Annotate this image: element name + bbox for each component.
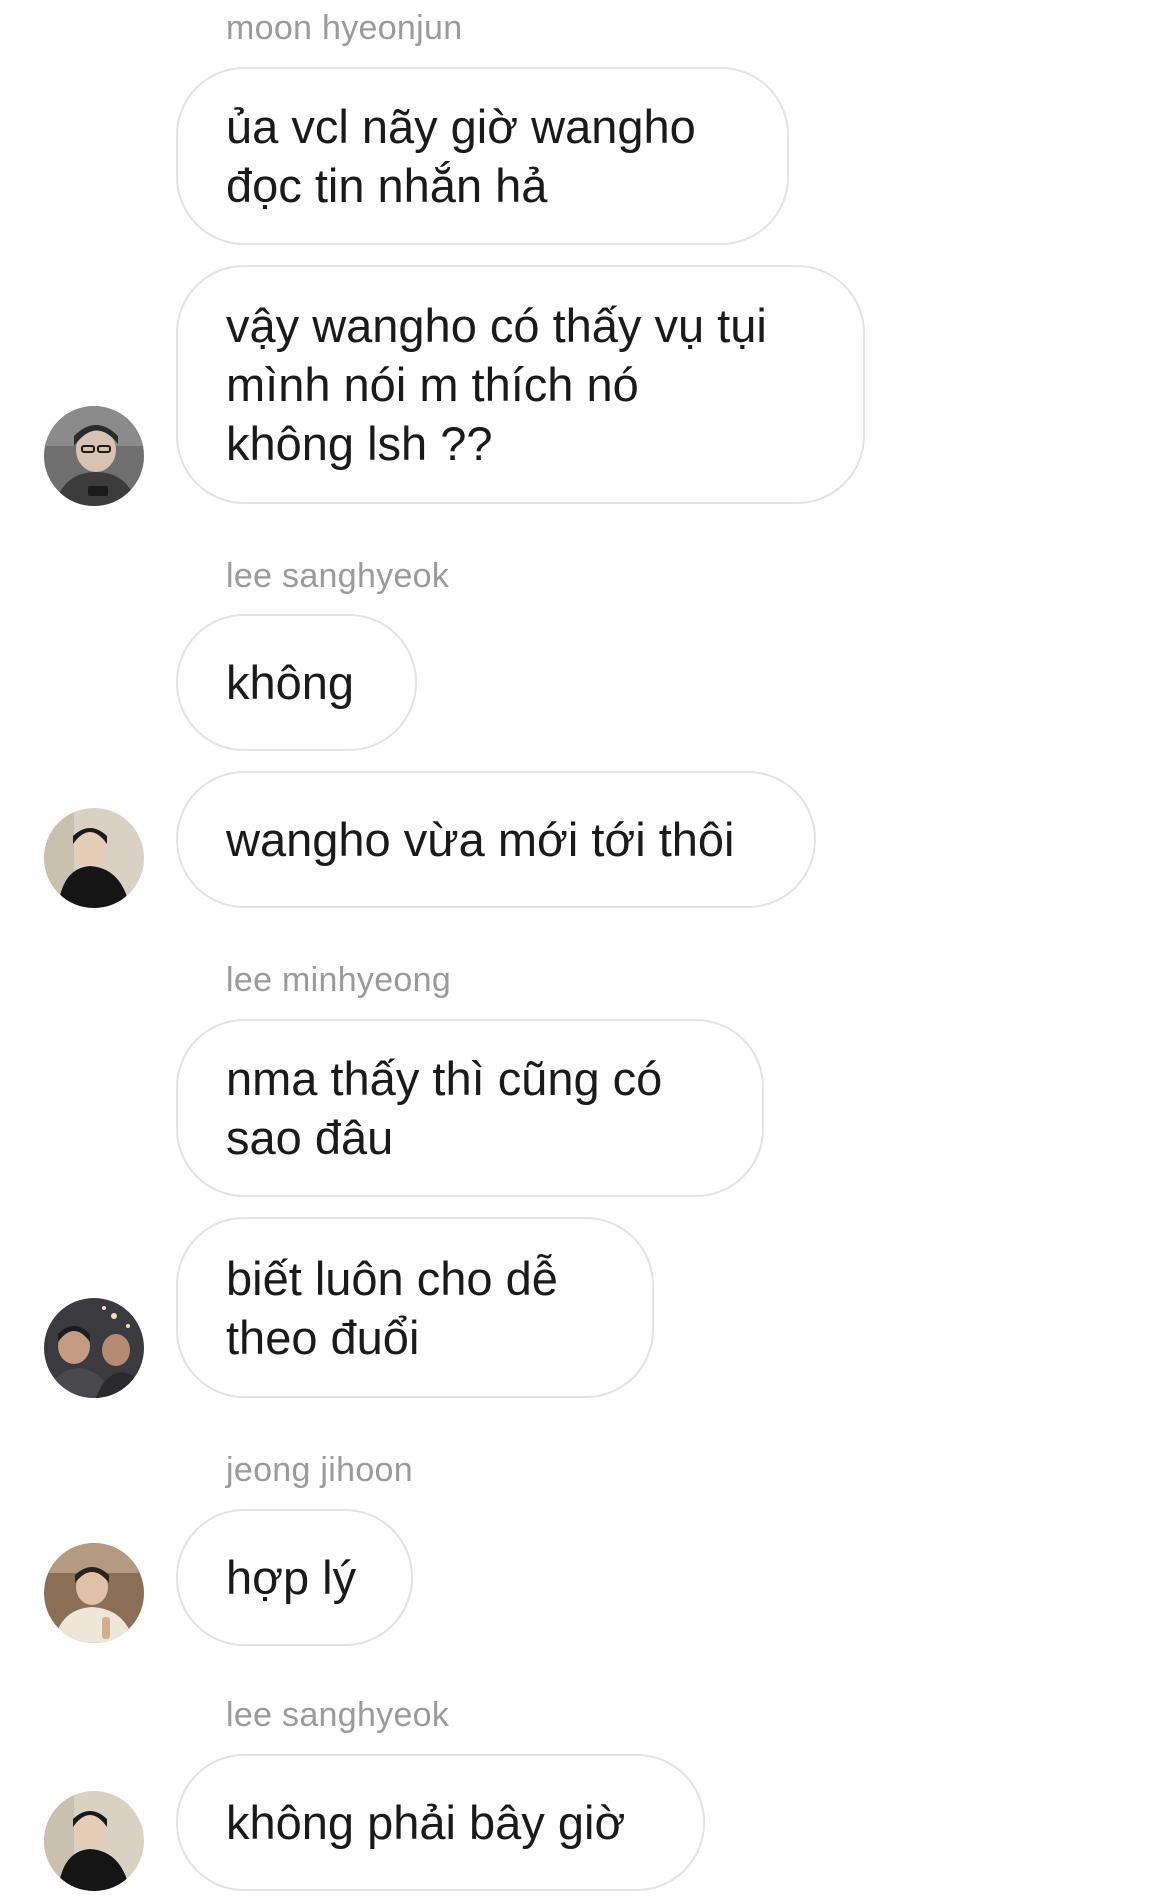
message-bubble[interactable]: vậy wangho có thấy vụ tụi mình nói m thí… — [176, 265, 865, 504]
message-bubble[interactable]: không phải bây giờ — [176, 1754, 705, 1891]
avatar[interactable] — [44, 1791, 144, 1891]
message-bubble[interactable]: biết luôn cho dễ theo đuổi — [176, 1217, 654, 1398]
message-bubble[interactable]: ủa vcl nãy giờ wangho đọc tin nhắn hả — [176, 67, 789, 245]
avatar[interactable] — [44, 808, 144, 908]
sender-name: jeong jihoon — [226, 1451, 413, 1489]
sender-name: lee minhyeong — [226, 961, 452, 999]
avatar[interactable] — [44, 1298, 144, 1398]
sender-name: moon hyeonjun — [226, 9, 463, 47]
message-bubble[interactable]: hợp lý — [176, 1509, 413, 1646]
user-photo-avatar-icon — [44, 406, 144, 506]
user-photo-avatar-icon — [44, 808, 144, 908]
sender-name: lee sanghyeok — [226, 557, 450, 595]
user-photo-avatar-icon — [44, 1298, 144, 1398]
avatar[interactable] — [44, 406, 144, 506]
chat-thread: moon hyeonjun ủa vcl nãy giờ wangho đọc … — [0, 0, 1170, 1903]
user-photo-avatar-icon — [44, 1543, 144, 1643]
message-bubble[interactable]: wangho vừa mới tới thôi — [176, 771, 816, 908]
avatar[interactable] — [44, 1543, 144, 1643]
user-photo-avatar-icon — [44, 1791, 144, 1891]
message-bubble[interactable]: không — [176, 614, 417, 751]
sender-name: lee sanghyeok — [226, 1696, 450, 1734]
message-bubble[interactable]: nma thấy thì cũng có sao đâu — [176, 1019, 764, 1197]
